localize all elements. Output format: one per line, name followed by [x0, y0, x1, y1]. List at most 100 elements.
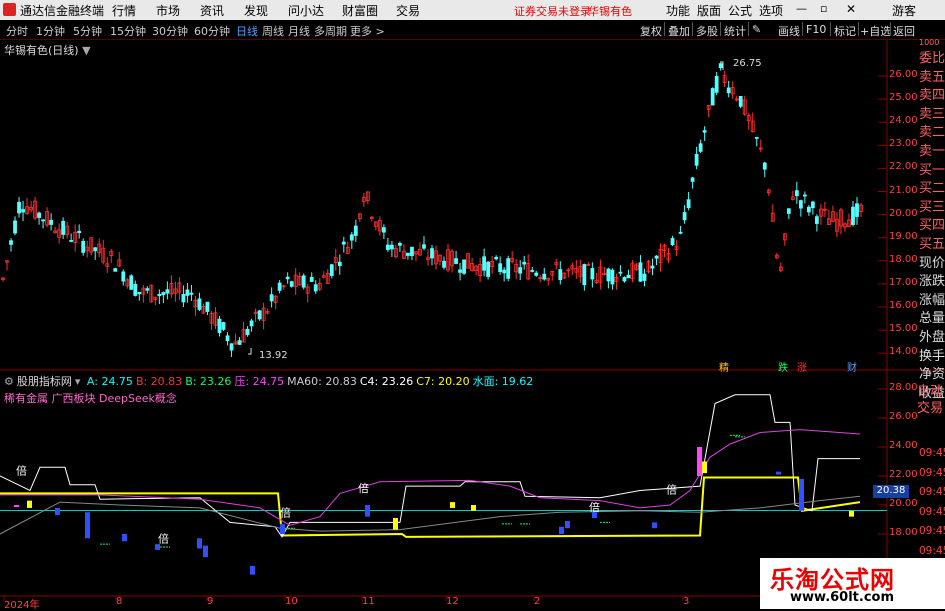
date-tick: 11: [362, 596, 375, 607]
candle-body: [165, 289, 170, 294]
signal-bar: [122, 534, 127, 542]
quote-panel-item[interactable]: 换手: [919, 345, 945, 364]
signal-bar: [849, 510, 854, 517]
dropdown-icon[interactable]: ▾: [75, 375, 81, 388]
low-marker: [248, 348, 252, 355]
quote-panel-item[interactable]: 卖二: [919, 121, 945, 140]
candle-body: [618, 271, 623, 274]
badge-finance[interactable]: 财: [847, 359, 857, 374]
dropdown-icon[interactable]: ▼: [82, 44, 90, 57]
candle-body: [814, 216, 819, 224]
signal-bar: [85, 512, 90, 539]
candle-body: [682, 212, 687, 221]
candle-body: [606, 268, 611, 282]
candle-body: [802, 194, 807, 197]
candle-body: [642, 273, 647, 281]
candle-body: [289, 281, 294, 287]
quote-panel-item[interactable]: 买一: [919, 159, 945, 178]
candle-body: [157, 293, 162, 297]
candle-body: [726, 87, 731, 94]
candle-body: [121, 271, 126, 282]
candle-body: [718, 63, 723, 69]
indicator-tick: 24.00: [889, 440, 918, 451]
multiplier-marker: 倍: [358, 481, 369, 495]
candle-body: [185, 289, 190, 296]
quote-panel-item[interactable]: 买三: [919, 196, 945, 215]
date-tick: 3: [683, 596, 690, 607]
kline-chart[interactable]: 倍倍倍倍倍倍: [0, 0, 945, 609]
quote-panel-item[interactable]: 卖四: [919, 84, 945, 103]
candle-body: [610, 269, 615, 285]
quote-panel-item[interactable]: 外盘: [919, 326, 945, 345]
candle-body: [422, 244, 426, 249]
price-tick: 25.00: [889, 92, 918, 104]
quote-panel-item[interactable]: 买二: [919, 177, 945, 196]
indicator-value: C4: 23.26: [359, 375, 414, 388]
candle-body: [558, 269, 563, 281]
signal-bar: [697, 447, 702, 476]
candle-body: [285, 276, 290, 280]
price-tick: 20.00: [889, 207, 918, 219]
candle-body: [534, 272, 539, 276]
candle-body: [506, 258, 511, 279]
candle-body: [410, 246, 414, 257]
candle-body: [161, 292, 166, 296]
time-tick: 09:45: [919, 544, 945, 557]
date-tick: 2: [534, 596, 541, 607]
quote-panel-item[interactable]: 委比: [919, 47, 945, 66]
candle-body: [137, 291, 142, 295]
quote-panel-item[interactable]: 涨跌: [919, 270, 945, 289]
signal-bar: [280, 523, 285, 534]
settings-icon[interactable]: ⚙: [4, 375, 14, 388]
quote-panel-item[interactable]: 买四: [919, 214, 945, 233]
quote-panel-item[interactable]: 卖五: [919, 66, 945, 85]
quote-panel-item[interactable]: 买五: [919, 233, 945, 252]
indicator-tick: 22.00: [889, 469, 918, 480]
price-tick: 15.00: [889, 323, 918, 335]
indicator-name[interactable]: 股朋指标网: [17, 375, 72, 388]
auto-trade-panel[interactable]: 自动 交易: [917, 383, 945, 417]
time-tick: 09:45: [919, 447, 945, 459]
candle-body: [686, 199, 691, 209]
candle-body: [385, 244, 390, 250]
candle-body: [762, 162, 767, 170]
time-tick: 09:45: [919, 486, 945, 498]
candle-body: [806, 206, 811, 213]
candle-body: [650, 265, 655, 269]
candle-body: [390, 244, 394, 250]
indicator-value: 水面: 19.62: [472, 375, 534, 388]
candle-body: [21, 209, 25, 213]
badge-down[interactable]: 跌: [778, 359, 788, 374]
candle-body: [494, 256, 499, 260]
badge-up[interactable]: 涨: [797, 359, 807, 374]
candle-body: [77, 230, 82, 234]
candle-body: [406, 252, 410, 256]
signal-bar: [702, 461, 707, 474]
quote-panel-item[interactable]: 涨幅: [919, 289, 945, 308]
stock-header-label: 华锡有色(日线): [4, 44, 79, 57]
candle-body: [522, 261, 527, 265]
indicator-value: B: 23.26: [185, 375, 232, 388]
quote-panel-item[interactable]: 总量: [919, 307, 945, 326]
candle-body: [189, 292, 194, 295]
candle-body: [9, 240, 13, 245]
candle-body: [353, 225, 358, 236]
candle-body: [654, 255, 659, 259]
grid: [3, 75, 887, 601]
price-tick: 26.00: [889, 69, 918, 80]
quote-panel-item[interactable]: 净资: [919, 363, 945, 382]
price-tick: 18.00: [889, 253, 918, 265]
price-tick: 22.00: [889, 161, 918, 173]
quote-panel-item[interactable]: 现价: [919, 252, 945, 271]
multiplier-marker: 倍: [16, 464, 27, 478]
candle-body: [349, 234, 354, 241]
quote-panel-item[interactable]: 卖三: [919, 103, 945, 122]
trade-label: 交易: [917, 401, 944, 416]
candle-body: [786, 208, 791, 214]
candle-body: [678, 231, 683, 234]
candle-body: [482, 256, 487, 271]
price-tick: 19.00: [889, 230, 918, 242]
candle-body: [49, 219, 54, 225]
quote-panel-item[interactable]: 卖一: [919, 140, 945, 159]
badge-fine[interactable]: 精: [719, 359, 729, 374]
